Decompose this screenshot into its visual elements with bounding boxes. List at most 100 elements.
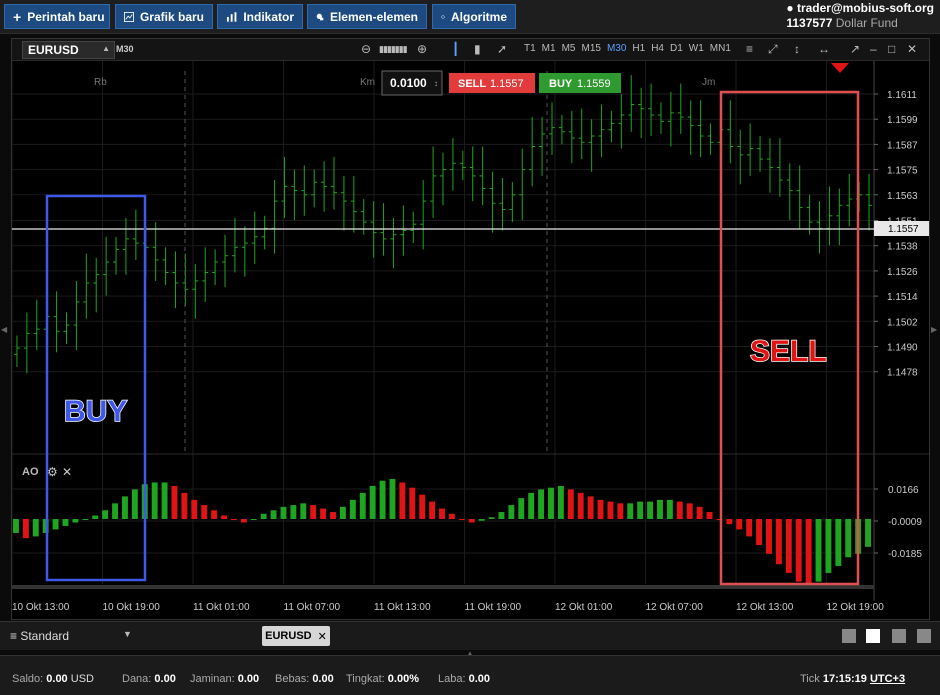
maximize-icon[interactable]: □ [888, 42, 895, 56]
ao-bar [508, 505, 515, 519]
ao-bar [865, 519, 871, 547]
ao-bar [458, 519, 465, 520]
chart-tab-eurusd[interactable]: EURUSD ✕ [262, 626, 330, 646]
ao-histogram [13, 478, 871, 587]
sell-button-price: 1.1557 [490, 78, 524, 90]
workspace-preset-selector[interactable]: ≡ Standard [10, 629, 69, 643]
ao-settings-icon[interactable]: ⚙ [47, 465, 58, 479]
detach-icon[interactable]: ↗ [850, 42, 860, 56]
candle-type-icon[interactable]: ▮ [474, 42, 481, 56]
ao-bar [121, 496, 128, 519]
timeframe-m30[interactable]: M30 [607, 43, 626, 54]
price-tick-label: 1.1514 [887, 292, 918, 303]
ao-bar [468, 519, 475, 523]
time-tick-label: 10 Okt 13:00 [12, 602, 70, 613]
current-timeframe: M30 [116, 44, 134, 54]
ao-bar [62, 519, 69, 526]
price-chart[interactable]: Rb Km Jm 1.1611 1.1599 1.1587 1.1575 1.1563 1… [12, 61, 929, 619]
close-icon[interactable]: ✕ [907, 42, 917, 56]
ao-bar [32, 519, 39, 537]
profit-stat: Laba: 0.00 [438, 673, 490, 685]
layout-single-button[interactable] [842, 629, 856, 643]
shapes-icon [316, 13, 324, 20]
ao-tick-label: -0.0185 [888, 549, 922, 560]
ao-bar [577, 492, 584, 519]
timeframe-t1[interactable]: T1 [524, 43, 536, 54]
ao-bar [290, 505, 297, 519]
zoom-in-icon[interactable]: ⊕ [417, 42, 427, 56]
ao-bar [181, 492, 188, 519]
ao-bar [429, 501, 436, 519]
current-price-text: 1.1557 [888, 224, 919, 235]
ao-bar [300, 503, 307, 519]
horizontal-scrollbar[interactable] [12, 585, 874, 589]
plus-icon: + [13, 8, 22, 25]
ao-bar [825, 519, 832, 573]
ao-bar [835, 519, 842, 566]
free-margin-stat: Bebas: 0.00 [275, 673, 334, 685]
bar-type-icon[interactable]: ┃ [452, 42, 459, 56]
layout-vertical-button[interactable] [892, 629, 906, 643]
ao-bar [339, 506, 346, 519]
ao-bar [409, 487, 416, 519]
chevron-down-icon[interactable]: ▼ [123, 629, 132, 639]
ao-bar [647, 501, 654, 519]
time-tick-label: 10 Okt 19:00 [103, 602, 161, 613]
chart-icon [124, 11, 134, 22]
line-type-icon[interactable]: ➚ [497, 42, 507, 56]
diamond-icon [441, 14, 445, 19]
timeframe-m5[interactable]: M5 [562, 43, 576, 54]
horizontal-scale-icon[interactable]: ↔ [818, 42, 830, 56]
ao-bar [250, 519, 257, 520]
ao-bar [260, 513, 267, 519]
equity-label: Dana: [122, 673, 152, 685]
day-label-rb: Rb [94, 77, 107, 88]
indicator-list-icon[interactable]: ≡ [746, 42, 753, 56]
chart-toolbar: EURUSD ▲ M30 ⊖ ▮▮▮▮▮▮▮ ⊕ ┃ ▮ ➚ T1 M1 M5 … [12, 39, 929, 61]
tab-close-icon[interactable]: ✕ [318, 630, 327, 643]
timeframe-h4[interactable]: H4 [651, 43, 664, 54]
right-panel-toggle-icon[interactable]: ▶ [931, 325, 937, 334]
new-order-button[interactable]: + Perintah baru [4, 4, 110, 29]
new-chart-button[interactable]: Grafik baru [115, 4, 213, 29]
ao-close-icon[interactable]: ✕ [62, 465, 72, 479]
ao-bar [666, 499, 673, 519]
layout-horizontal-button[interactable] [917, 629, 931, 643]
timeframe-mn1[interactable]: MN1 [710, 43, 731, 54]
chart-tab-label: EURUSD [265, 630, 312, 642]
ao-bar [330, 512, 336, 519]
time-tick-label: 12 Okt 07:00 [646, 602, 704, 613]
ao-bar [607, 501, 614, 519]
buy-button-label: BUY [549, 78, 573, 90]
ao-bar [488, 517, 495, 519]
zoom-slider[interactable]: ▮▮▮▮▮▮▮ [379, 44, 408, 55]
elements-button[interactable]: Elemen-elemen [307, 4, 427, 29]
minimize-icon[interactable]: – [870, 42, 877, 56]
ao-bar [478, 519, 485, 521]
ao-bar [528, 492, 535, 519]
ao-bar [320, 508, 327, 519]
timeframe-list: T1 M1 M5 M15 M30 H1 H4 D1 W1 MN1 [524, 43, 731, 54]
vertical-scale-icon[interactable]: ↕ [794, 42, 800, 56]
spinner-icon: ▲ [102, 44, 110, 53]
symbol-selector[interactable]: EURUSD ▲ [22, 41, 115, 59]
zoom-out-icon[interactable]: ⊖ [361, 42, 371, 56]
left-panel-toggle-icon[interactable]: ◀ [1, 325, 7, 334]
account-info[interactable]: ● trader@mobius-soft.org 1137577 Dollar … [786, 1, 934, 31]
timeframe-h1[interactable]: H1 [632, 43, 645, 54]
timeframe-d1[interactable]: D1 [670, 43, 683, 54]
ao-bar [240, 519, 247, 523]
ao-bar [756, 519, 763, 546]
indicators-button[interactable]: Indikator [217, 4, 303, 29]
balance-label: Saldo: [12, 673, 44, 685]
fit-icon[interactable]: ⤢ [768, 42, 778, 57]
lot-spinner-icon[interactable]: ↕ [434, 79, 438, 88]
timeframe-w1[interactable]: W1 [689, 43, 704, 54]
timezone-value[interactable]: UTC+3 [870, 673, 905, 685]
timeframe-m15[interactable]: M15 [581, 43, 600, 54]
layout-grid-button[interactable] [866, 629, 880, 643]
profit-label: Laba: [438, 673, 466, 685]
timeframe-m1[interactable]: M1 [542, 43, 556, 54]
algorithm-button[interactable]: Algoritme [432, 4, 516, 29]
margin-level-stat: Tingkat: 0.00% [346, 673, 419, 685]
